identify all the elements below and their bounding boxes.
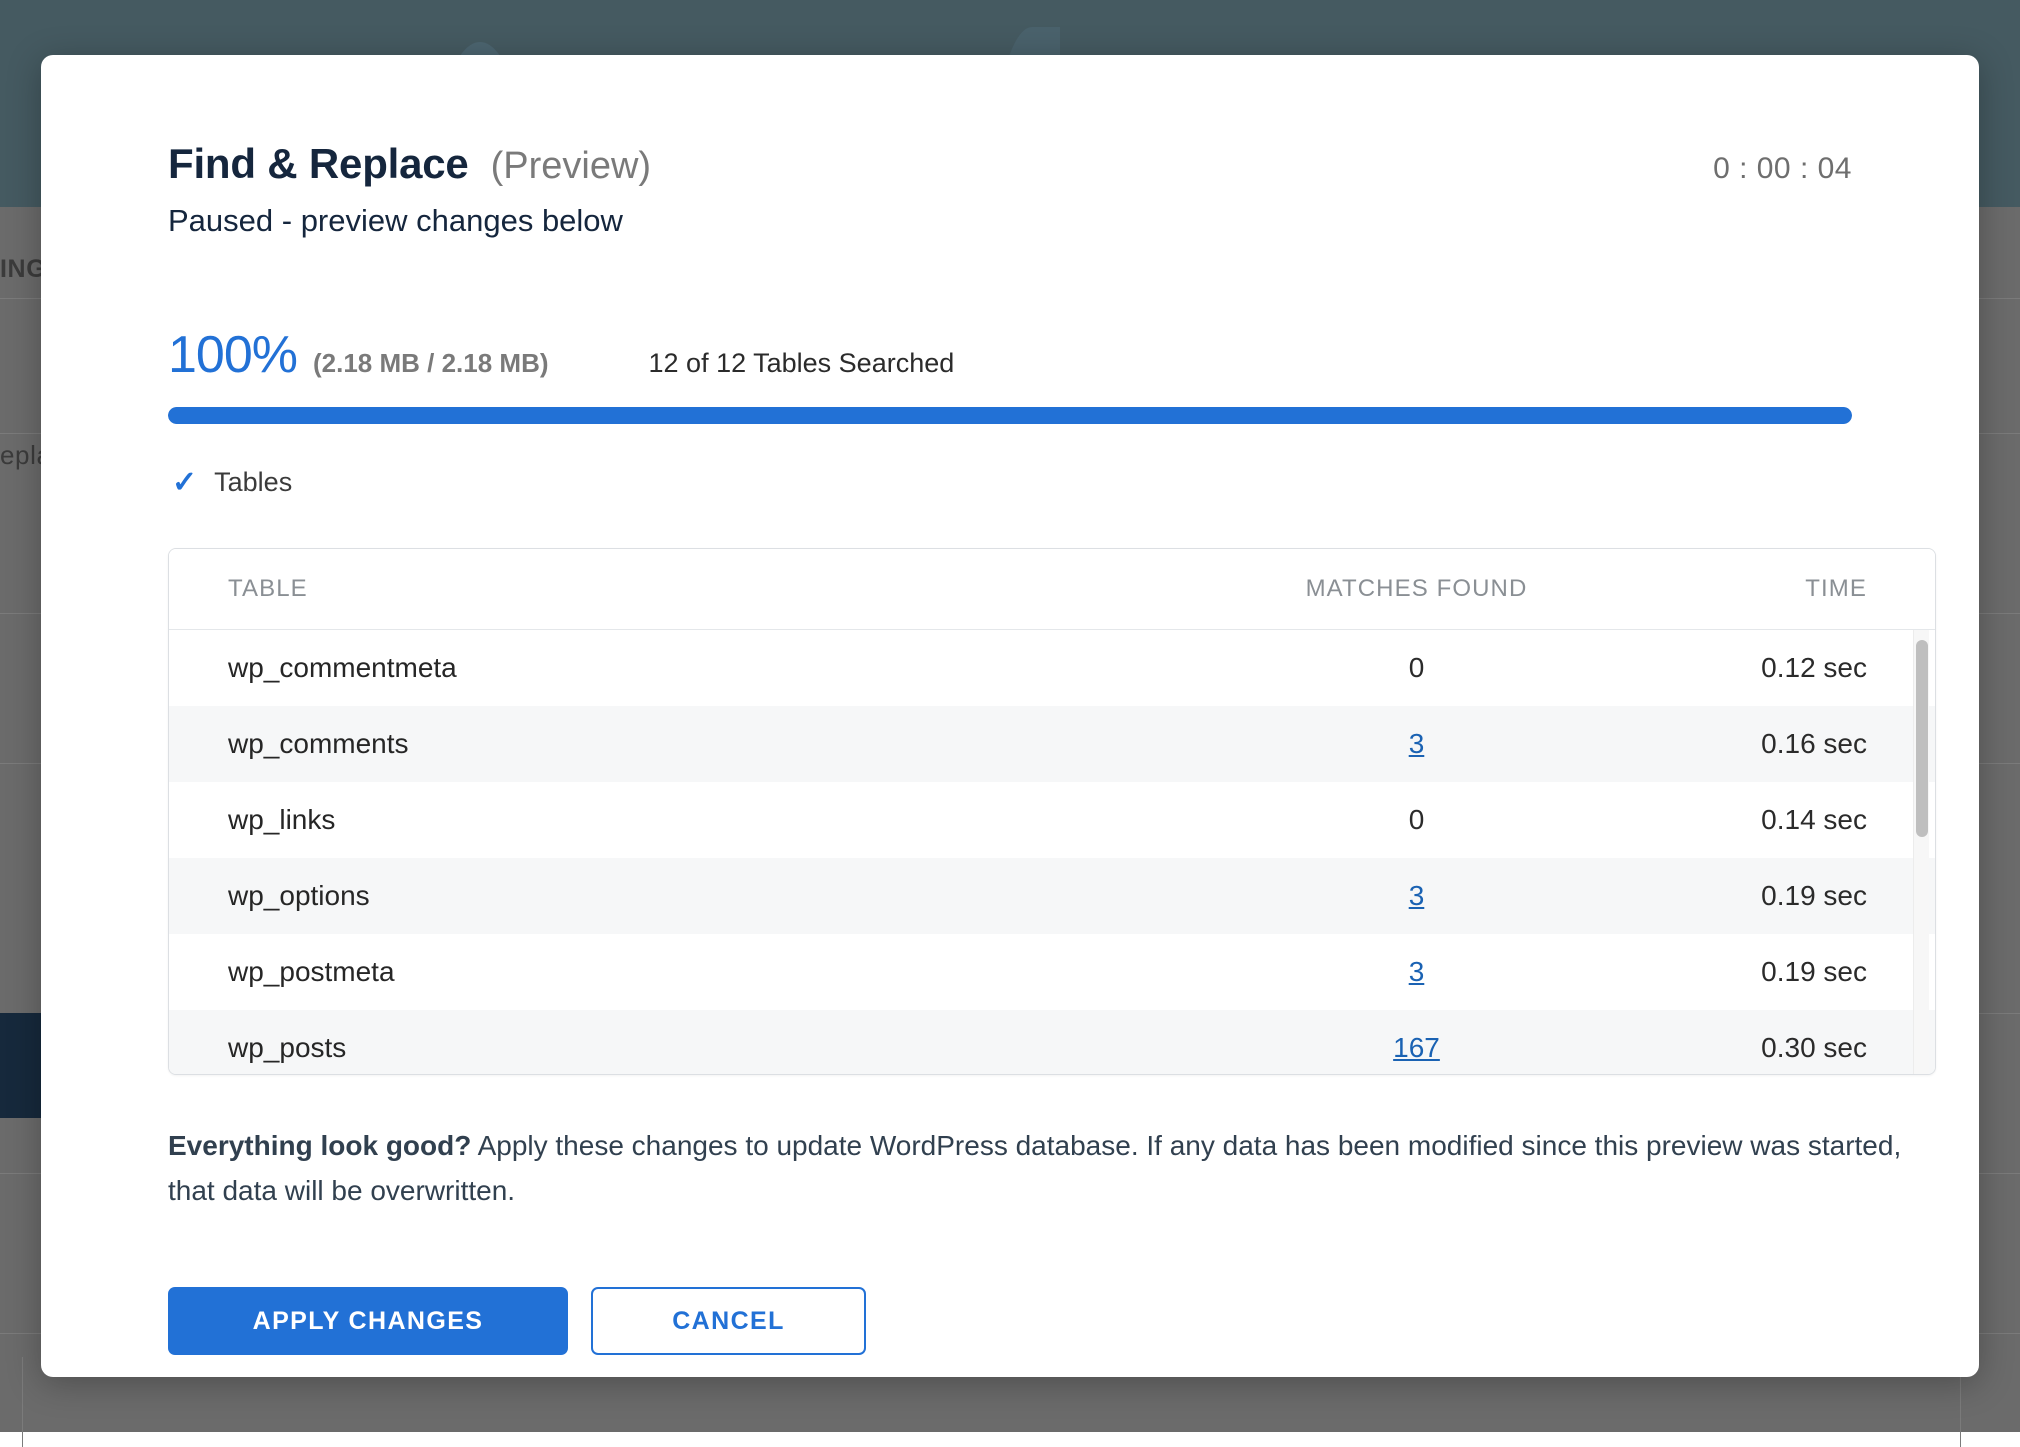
column-header-table: TABLE (169, 575, 1164, 603)
cell-table-name: wp_commentmeta (169, 652, 1164, 684)
table-body: wp_commentmeta00.12 secwp_comments30.16 … (169, 630, 1935, 1074)
progress-bytes-label: (2.18 MB / 2.18 MB) (313, 348, 549, 379)
cell-time: 0.30 sec (1669, 1032, 1897, 1064)
column-header-time: TIME (1669, 575, 1897, 603)
table-scrollbar-thumb[interactable] (1916, 640, 1928, 837)
cell-matches-found: 0 (1164, 804, 1669, 836)
table-scrollbar[interactable] (1913, 630, 1929, 1074)
apply-changes-button[interactable]: APPLY CHANGES (168, 1287, 568, 1355)
dialog-title: Find & Replace (168, 140, 469, 188)
table-row: wp_options 3 0.19 sec (169, 858, 1935, 934)
table-row: wp_postmeta 3 0.19 sec (169, 934, 1935, 1010)
cell-time: 0.16 sec (1669, 728, 1897, 760)
checkmark-icon: ✓ (172, 468, 197, 498)
matches-link[interactable]: 167 (1393, 1032, 1440, 1063)
table-row: wp_commentmeta00.12 sec (169, 630, 1935, 706)
progress-bar (168, 407, 1852, 424)
results-table: TABLE MATCHES FOUND TIME wp_commentmeta0… (168, 548, 1936, 1075)
confirmation-note-lead: Everything look good? (168, 1130, 471, 1161)
matches-link[interactable]: 3 (1409, 956, 1425, 987)
cell-matches-found[interactable]: 3 (1164, 728, 1669, 760)
cell-matches-found: 0 (1164, 652, 1669, 684)
cell-time: 0.19 sec (1669, 880, 1897, 912)
cell-time: 0.14 sec (1669, 804, 1897, 836)
tables-section-toggle-label: Tables (214, 467, 292, 498)
cell-time: 0.12 sec (1669, 652, 1897, 684)
background-divider (22, 1357, 23, 1447)
progress-bar-fill (168, 407, 1852, 424)
cell-matches-found[interactable]: 167 (1164, 1032, 1669, 1064)
column-header-matches: MATCHES FOUND (1164, 575, 1669, 603)
cell-table-name: wp_posts (169, 1032, 1164, 1064)
table-row: wp_comments 3 0.16 sec (169, 706, 1935, 782)
progress-stats: 100% (2.18 MB / 2.18 MB) 12 of 12 Tables… (168, 325, 1852, 385)
elapsed-timer: 0 : 00 : 04 (1713, 152, 1852, 186)
cell-table-name: wp_comments (169, 728, 1164, 760)
cell-table-name: wp_postmeta (169, 956, 1164, 988)
tables-searched-count: 12 of 12 Tables Searched (649, 348, 955, 379)
cell-table-name: wp_options (169, 880, 1164, 912)
confirmation-note: Everything look good? Apply these change… (168, 1123, 1928, 1214)
status-message: Paused - preview changes below (168, 203, 623, 239)
table-row: wp_posts 167 0.30 sec (169, 1010, 1935, 1074)
tables-section-toggle[interactable]: ✓ Tables (172, 467, 292, 498)
table-header-row: TABLE MATCHES FOUND TIME (169, 549, 1935, 630)
cell-matches-found[interactable]: 3 (1164, 880, 1669, 912)
find-replace-preview-dialog: Find & Replace (Preview) 0 : 00 : 04 Pau… (41, 55, 1979, 1377)
dialog-header: Find & Replace (Preview) 0 : 00 : 04 (168, 140, 1852, 188)
dialog-actions: APPLY CHANGES CANCEL (168, 1287, 866, 1355)
cancel-button[interactable]: CANCEL (591, 1287, 866, 1355)
progress-percent-label: 100% (168, 325, 297, 385)
table-row: wp_links00.14 sec (169, 782, 1935, 858)
cell-table-name: wp_links (169, 804, 1164, 836)
matches-link[interactable]: 3 (1409, 880, 1425, 911)
dialog-title-suffix: (Preview) (491, 145, 651, 188)
cell-matches-found[interactable]: 3 (1164, 956, 1669, 988)
matches-link[interactable]: 3 (1409, 728, 1425, 759)
cell-time: 0.19 sec (1669, 956, 1897, 988)
